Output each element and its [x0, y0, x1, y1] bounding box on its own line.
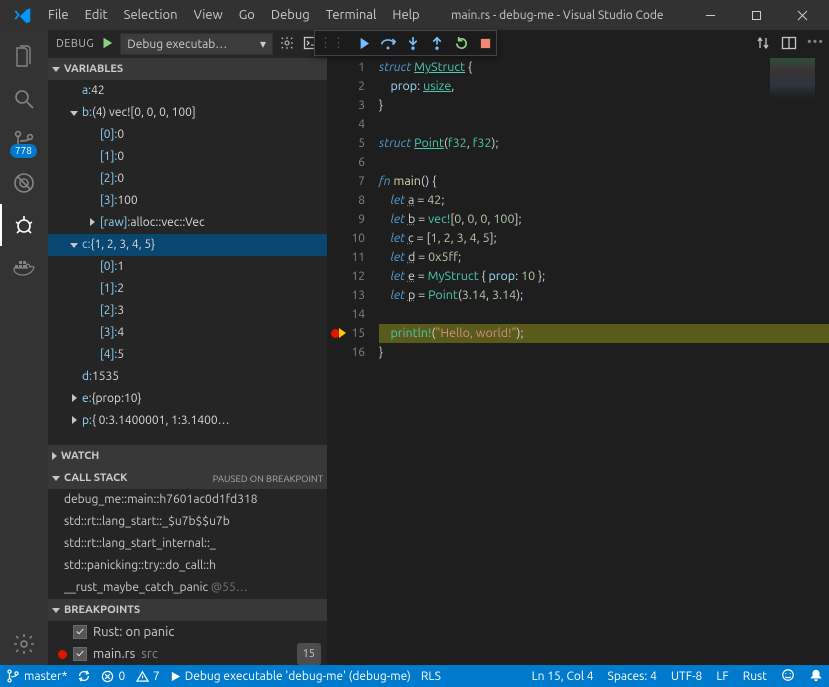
breakpoint-file[interactable]: ✓ main.rs src 15: [48, 643, 327, 665]
encoding-item[interactable]: UTF-8: [671, 670, 702, 683]
more-actions-icon[interactable]: •••: [807, 35, 824, 54]
title-bar: FileEditSelectionViewGoDebugTerminalHelp…: [0, 0, 829, 30]
step-over-button[interactable]: [380, 36, 396, 51]
line-gutter[interactable]: 12345678910111213141516: [327, 58, 373, 362]
sync-item[interactable]: [77, 669, 91, 683]
breakpoint-rust-panic[interactable]: ✓ Rust: on panic: [48, 621, 327, 643]
explorer-icon[interactable]: [0, 36, 48, 78]
minimize-button[interactable]: [687, 0, 733, 30]
continue-button[interactable]: [355, 36, 370, 51]
variable-row[interactable]: [3]: 100: [48, 190, 327, 212]
editor-actions: •••: [755, 35, 824, 54]
stack-frame[interactable]: std::panicking::try::do_call::h: [48, 555, 327, 577]
variable-row[interactable]: d: 1535: [48, 366, 327, 388]
breakpoint-dot-icon: [58, 650, 67, 659]
menu-debug[interactable]: Debug: [263, 0, 318, 30]
window-controls: [687, 0, 825, 30]
stack-frame[interactable]: std::rt::lang_start::_$u7b$$u7b: [48, 511, 327, 533]
maximize-button[interactable]: [733, 0, 779, 30]
status-bar: master* 0 7 Debug executable 'debug-me' …: [0, 665, 829, 687]
window-title: main.rs - debug-me - Visual Studio Code: [428, 9, 687, 22]
debug-config-select[interactable]: Debug executab… ▾: [120, 33, 273, 55]
source-control-icon[interactable]: 778: [0, 120, 48, 162]
stack-frame[interactable]: std::rt::lang_start_internal::_: [48, 533, 327, 555]
callstack-list: debug_me::main::h7601ac0d1fd318std::rt::…: [48, 489, 327, 599]
debug-disabled-icon[interactable]: [0, 162, 48, 204]
variable-row[interactable]: b: (4) vec![0, 0, 0, 100]: [48, 102, 327, 124]
start-debug-button[interactable]: [100, 36, 114, 53]
variable-row[interactable]: [1]: 2: [48, 278, 327, 300]
variable-row[interactable]: p: { 0:3.1400001, 1:3.1400…: [48, 410, 327, 432]
variable-row[interactable]: [2]: 0: [48, 168, 327, 190]
scm-badge: 778: [10, 144, 37, 158]
debug-title: DEBUG: [56, 38, 94, 50]
activity-bar: 778: [0, 30, 48, 665]
debug-target-item[interactable]: Debug executable 'debug-me' (debug-me): [170, 670, 411, 683]
watch-section-header[interactable]: WATCH: [48, 445, 327, 467]
variable-row[interactable]: a: 42: [48, 80, 327, 102]
split-editor-icon[interactable]: [781, 35, 797, 54]
menu-view[interactable]: View: [186, 0, 231, 30]
variable-row[interactable]: [3]: 4: [48, 322, 327, 344]
checkbox-icon[interactable]: ✓: [73, 625, 87, 639]
variable-row[interactable]: [4]: 5: [48, 344, 327, 366]
feedback-smiley-icon[interactable]: [781, 668, 795, 685]
checkbox-icon[interactable]: ✓: [73, 647, 87, 661]
rls-item[interactable]: RLS: [421, 670, 441, 683]
debug-header: DEBUG Debug executab… ▾: [48, 30, 327, 58]
main-menu: FileEditSelectionViewGoDebugTerminalHelp: [40, 0, 428, 30]
step-into-button[interactable]: [406, 36, 420, 51]
debug-sidebar: DEBUG Debug executab… ▾ VARIABLES a: 42b…: [48, 30, 327, 665]
vscode-logo-icon: [10, 3, 34, 27]
variable-row[interactable]: [0]: 1: [48, 256, 327, 278]
debug-toolbar[interactable]: ⋮⋮: [314, 30, 497, 56]
stack-frame[interactable]: __rust_maybe_catch_panic @55…: [48, 577, 327, 599]
cursor-position-item[interactable]: Ln 15, Col 4: [532, 670, 594, 683]
editor-area[interactable]: ⋮⋮ ••• 12345678910111213141516 struct My…: [327, 30, 829, 665]
variable-row[interactable]: c: {1, 2, 3, 4, 5}: [48, 234, 327, 256]
variable-row[interactable]: [0]: 0: [48, 124, 327, 146]
step-out-button[interactable]: [430, 36, 444, 51]
callstack-section-header[interactable]: CALL STACKPAUSED ON BREAKPOINT: [48, 467, 327, 489]
breakpoints-list: ✓ Rust: on panic ✓ main.rs src 15: [48, 621, 327, 665]
search-icon[interactable]: [0, 78, 48, 120]
stack-frame[interactable]: debug_me::main::h7601ac0d1fd318: [48, 489, 327, 511]
problems-item[interactable]: 0 7: [101, 670, 159, 683]
indentation-item[interactable]: Spaces: 4: [608, 670, 657, 683]
close-window-button[interactable]: [779, 0, 825, 30]
compare-changes-icon[interactable]: [755, 35, 771, 54]
menu-go[interactable]: Go: [231, 0, 263, 30]
variable-row[interactable]: [1]: 0: [48, 146, 327, 168]
variable-row[interactable]: e: {prop:10}: [48, 388, 327, 410]
stop-button[interactable]: [479, 37, 492, 50]
code-content[interactable]: struct MyStruct { prop: usize,}struct Po…: [379, 58, 829, 362]
settings-gear-icon[interactable]: [0, 623, 48, 665]
variable-row[interactable]: [2]: 3: [48, 300, 327, 322]
menu-help[interactable]: Help: [384, 0, 427, 30]
restart-button[interactable]: [454, 36, 469, 51]
menu-file[interactable]: File: [40, 0, 77, 30]
docker-icon[interactable]: [0, 246, 48, 288]
variables-list: a: 42b: (4) vec![0, 0, 0, 100] [0]: 0 [1…: [48, 80, 327, 445]
breakpoints-section-header[interactable]: BREAKPOINTS: [48, 599, 327, 621]
menu-edit[interactable]: Edit: [77, 0, 116, 30]
language-mode-item[interactable]: Rust: [743, 670, 767, 683]
variables-section-header[interactable]: VARIABLES: [48, 58, 327, 80]
menu-terminal[interactable]: Terminal: [318, 0, 385, 30]
chevron-down-icon: ▾: [260, 37, 266, 51]
debug-icon[interactable]: [0, 204, 48, 246]
debug-config-label: Debug executab…: [127, 38, 227, 51]
menu-selection[interactable]: Selection: [116, 0, 186, 30]
debug-settings-icon[interactable]: [279, 35, 295, 54]
notifications-bell-icon[interactable]: [809, 668, 823, 685]
breakpoint-line-badge: 15: [297, 643, 321, 665]
git-branch-item[interactable]: master*: [6, 669, 67, 683]
eol-item[interactable]: LF: [716, 670, 728, 683]
variable-row[interactable]: [raw]: alloc::vec::Vec: [48, 212, 327, 234]
drag-handle-icon[interactable]: ⋮⋮: [319, 36, 345, 51]
